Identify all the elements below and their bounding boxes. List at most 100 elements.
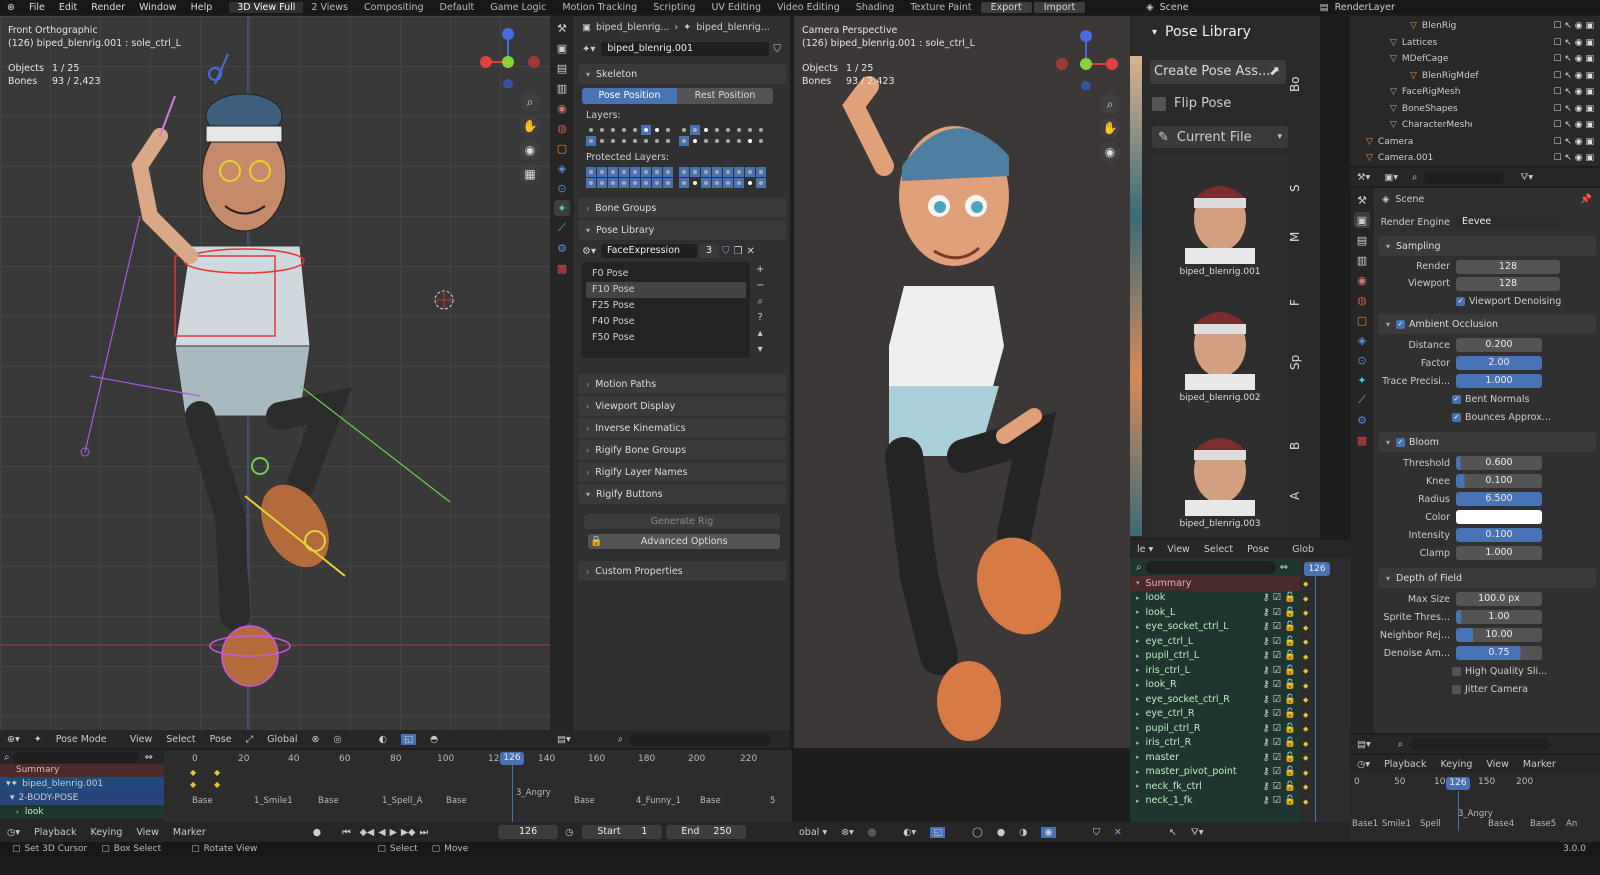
timeline-keying[interactable]: Keying xyxy=(1440,759,1472,770)
navigation-gizmo[interactable] xyxy=(478,22,544,88)
render-samples-field[interactable]: 128 xyxy=(1456,259,1560,274)
layer-toggle[interactable] xyxy=(745,178,755,188)
layer-toggle[interactable] xyxy=(586,136,596,146)
pose-library-users[interactable]: 3 xyxy=(698,244,719,258)
layer-toggle[interactable] xyxy=(712,178,722,188)
ao-factor-field[interactable]: 2.00 xyxy=(1456,356,1542,370)
ao-trace-field[interactable]: 1.000 xyxy=(1456,374,1542,388)
pose-list[interactable]: F0 Pose F10 Pose F25 Pose F40 Pose F50 P… xyxy=(582,262,750,358)
channel-toggle-icons[interactable]: ⚷ ☑ 🔓 xyxy=(1263,766,1296,777)
view-layer-tab-icon[interactable]: ▥ xyxy=(1354,252,1370,268)
outliner-item[interactable]: ▽ Camera.001 ☐ ↖ ◉ ▣ xyxy=(1350,150,1600,167)
depth-of-field-section[interactable]: ▾ Depth of Field xyxy=(1378,568,1596,588)
viewport-right[interactable]: Camera Perspective (126) biped_blenrig.0… xyxy=(794,16,1130,748)
layer-toggle[interactable] xyxy=(641,178,651,188)
layer-toggle[interactable] xyxy=(690,167,700,177)
channel-filter-icon[interactable]: ⛉ xyxy=(1093,827,1100,838)
shading-icon[interactable]: ◓ xyxy=(430,734,438,745)
visibility-toggle-icons[interactable]: ☐ ↖ ◉ ▣ xyxy=(1553,21,1594,31)
play-icon[interactable]: ▶ xyxy=(390,827,397,838)
bloom-radius-field[interactable]: 6.500 xyxy=(1456,492,1542,506)
outliner-item[interactable]: ▽ Camera ☐ ↖ ◉ ▣ xyxy=(1350,134,1600,151)
keyframe-diamond[interactable]: ◆ xyxy=(1303,667,1308,675)
orientation-selector[interactable]: Global xyxy=(267,734,297,745)
tab-shading[interactable]: Shading xyxy=(848,2,903,13)
timeline-left[interactable]: ⌕ ⇔ Summary ▾✦ biped_blenrig.001 ▾ 2-BOD… xyxy=(0,750,792,822)
camera-icon[interactable]: ◉ xyxy=(520,140,540,160)
channel-toggle-icons[interactable]: ⚷ ☑ 🔓 xyxy=(1263,752,1296,763)
tab-compositing[interactable]: Compositing xyxy=(356,2,432,13)
layer-toggle[interactable] xyxy=(690,136,700,146)
layer-toggle[interactable] xyxy=(745,167,755,177)
output-tab-icon[interactable]: ▤ xyxy=(554,60,570,76)
dopesheet-global[interactable]: Glob xyxy=(1292,544,1314,555)
armature-tab-icon[interactable]: ✦ xyxy=(1354,372,1370,388)
bloom-section[interactable]: ▾ ✓ Bloom xyxy=(1378,432,1596,452)
custom-properties-section[interactable]: › Custom Properties xyxy=(578,561,786,581)
jump-key-back-icon[interactable]: ◆◀ xyxy=(360,827,375,838)
layer-toggle[interactable] xyxy=(690,125,700,135)
expand-icon[interactable]: ▸ xyxy=(1136,695,1140,703)
rigify-buttons-section[interactable]: ▾ Rigify Buttons xyxy=(578,484,786,504)
menu-window[interactable]: Window xyxy=(132,2,183,13)
keyframe-diamond[interactable]: ◆ xyxy=(1303,754,1308,762)
view-layer-tab-icon[interactable]: ▥ xyxy=(554,80,570,96)
keyframe-diamond[interactable]: ◆ xyxy=(1303,609,1308,617)
keyframe-diamond[interactable]: ◆ xyxy=(1303,580,1308,588)
swap-icon[interactable]: ⇔ xyxy=(1280,562,1288,573)
generate-rig-button[interactable]: Generate Rig xyxy=(584,514,780,529)
layer-toggle[interactable] xyxy=(712,136,722,146)
inverse-kinematics-section[interactable]: › Inverse Kinematics xyxy=(578,418,786,438)
tab-game-logic[interactable]: Game Logic xyxy=(482,2,554,13)
expand-icon[interactable]: ▸ xyxy=(1136,623,1140,631)
keyframe-diamond[interactable]: ◆ xyxy=(1303,638,1308,646)
keyframe-diamond[interactable]: ◆ xyxy=(1303,769,1308,777)
snap-icon[interactable]: ◎ xyxy=(868,827,876,838)
motion-paths-section[interactable]: › Motion Paths xyxy=(578,374,786,394)
sanitize-icon[interactable]: ? xyxy=(756,310,764,326)
tool-tab-icon[interactable]: ⚒ xyxy=(554,20,570,36)
panel-collapse-icon[interactable]: ▾ xyxy=(1152,27,1157,38)
channel-row[interactable]: ▸ master ⚷ ☑ 🔓 xyxy=(1130,750,1300,765)
channel-row[interactable]: ▸ iris_ctrl_L ⚷ ☑ 🔓 xyxy=(1130,663,1300,678)
layer-toggle[interactable] xyxy=(630,178,640,188)
layer-toggle[interactable] xyxy=(641,167,651,177)
pose-item-selected[interactable]: F10 Pose xyxy=(586,282,746,298)
scene-tab-icon[interactable]: ◉ xyxy=(554,100,570,116)
overlay-icon[interactable]: ◐▾ xyxy=(903,827,916,838)
tab-uv-editing[interactable]: UV Editing xyxy=(703,2,769,13)
layer-toggle[interactable] xyxy=(679,136,689,146)
expand-icon[interactable]: ▸ xyxy=(1136,739,1140,747)
outliner-item[interactable]: ▽ MDefCage ☐ ↖ ◉ ▣ xyxy=(1350,51,1600,68)
timeline-ruler[interactable]: 0 20 40 60 80 100 12 140 160 180 200 220… xyxy=(164,750,792,822)
world-tab-icon[interactable]: ◍ xyxy=(1354,292,1370,308)
render-layer-selector[interactable]: RenderLayer xyxy=(1335,2,1395,13)
sidebar-tab-b[interactable]: B xyxy=(1284,428,1334,450)
layer-toggle[interactable] xyxy=(734,125,744,135)
timeline-right[interactable]: ◷▾ Playback Keying View Marker 0 50 100 … xyxy=(1350,755,1600,842)
pose-item[interactable]: F0 Pose xyxy=(586,266,746,282)
bone-constraint-tab-icon[interactable]: ⚙ xyxy=(554,240,570,256)
keyframe-diamond[interactable]: ◆ xyxy=(1303,696,1308,704)
pose-asset-thumb[interactable]: biped_blenrig.002 xyxy=(1165,290,1275,403)
shield-icon[interactable]: ⛉ xyxy=(722,246,730,257)
menu-pose[interactable]: Pose xyxy=(210,734,232,745)
keyframe-diamond[interactable]: ◆ xyxy=(1303,624,1308,632)
export-button[interactable]: Export xyxy=(980,1,1032,13)
keyframe-diamond[interactable]: ◆ xyxy=(1303,595,1308,603)
outliner-item[interactable]: ▽ FaceRigMesh ☐ ↖ ◉ ▣ xyxy=(1350,84,1600,101)
pose-asset-thumb[interactable]: biped_blenrig.003 xyxy=(1165,416,1275,529)
layer-toggle[interactable] xyxy=(734,167,744,177)
dopesheet-view[interactable]: View xyxy=(1167,544,1190,555)
menu-render[interactable]: Render xyxy=(84,2,132,13)
dof-denoise-field[interactable]: 0.75 xyxy=(1456,646,1542,660)
expand-icon[interactable]: ▸ xyxy=(1136,594,1140,602)
sidebar-tab-bo[interactable]: Bo xyxy=(1284,70,1334,92)
navigation-gizmo-camera[interactable] xyxy=(1056,24,1122,90)
camera-icon[interactable]: ◉ xyxy=(1100,142,1120,162)
channel-toggle-icons[interactable]: ⚷ ☑ 🔓 xyxy=(1263,694,1296,705)
channel-row[interactable]: ▸ eye_ctrl_L ⚷ ☑ 🔓 xyxy=(1130,634,1300,649)
add-pose-icon[interactable]: + xyxy=(756,262,764,278)
bone-tab-icon[interactable]: ⟋ xyxy=(554,220,570,236)
viewport-left[interactable]: Front Orthographic (126) biped_blenrig.0… xyxy=(0,16,550,730)
